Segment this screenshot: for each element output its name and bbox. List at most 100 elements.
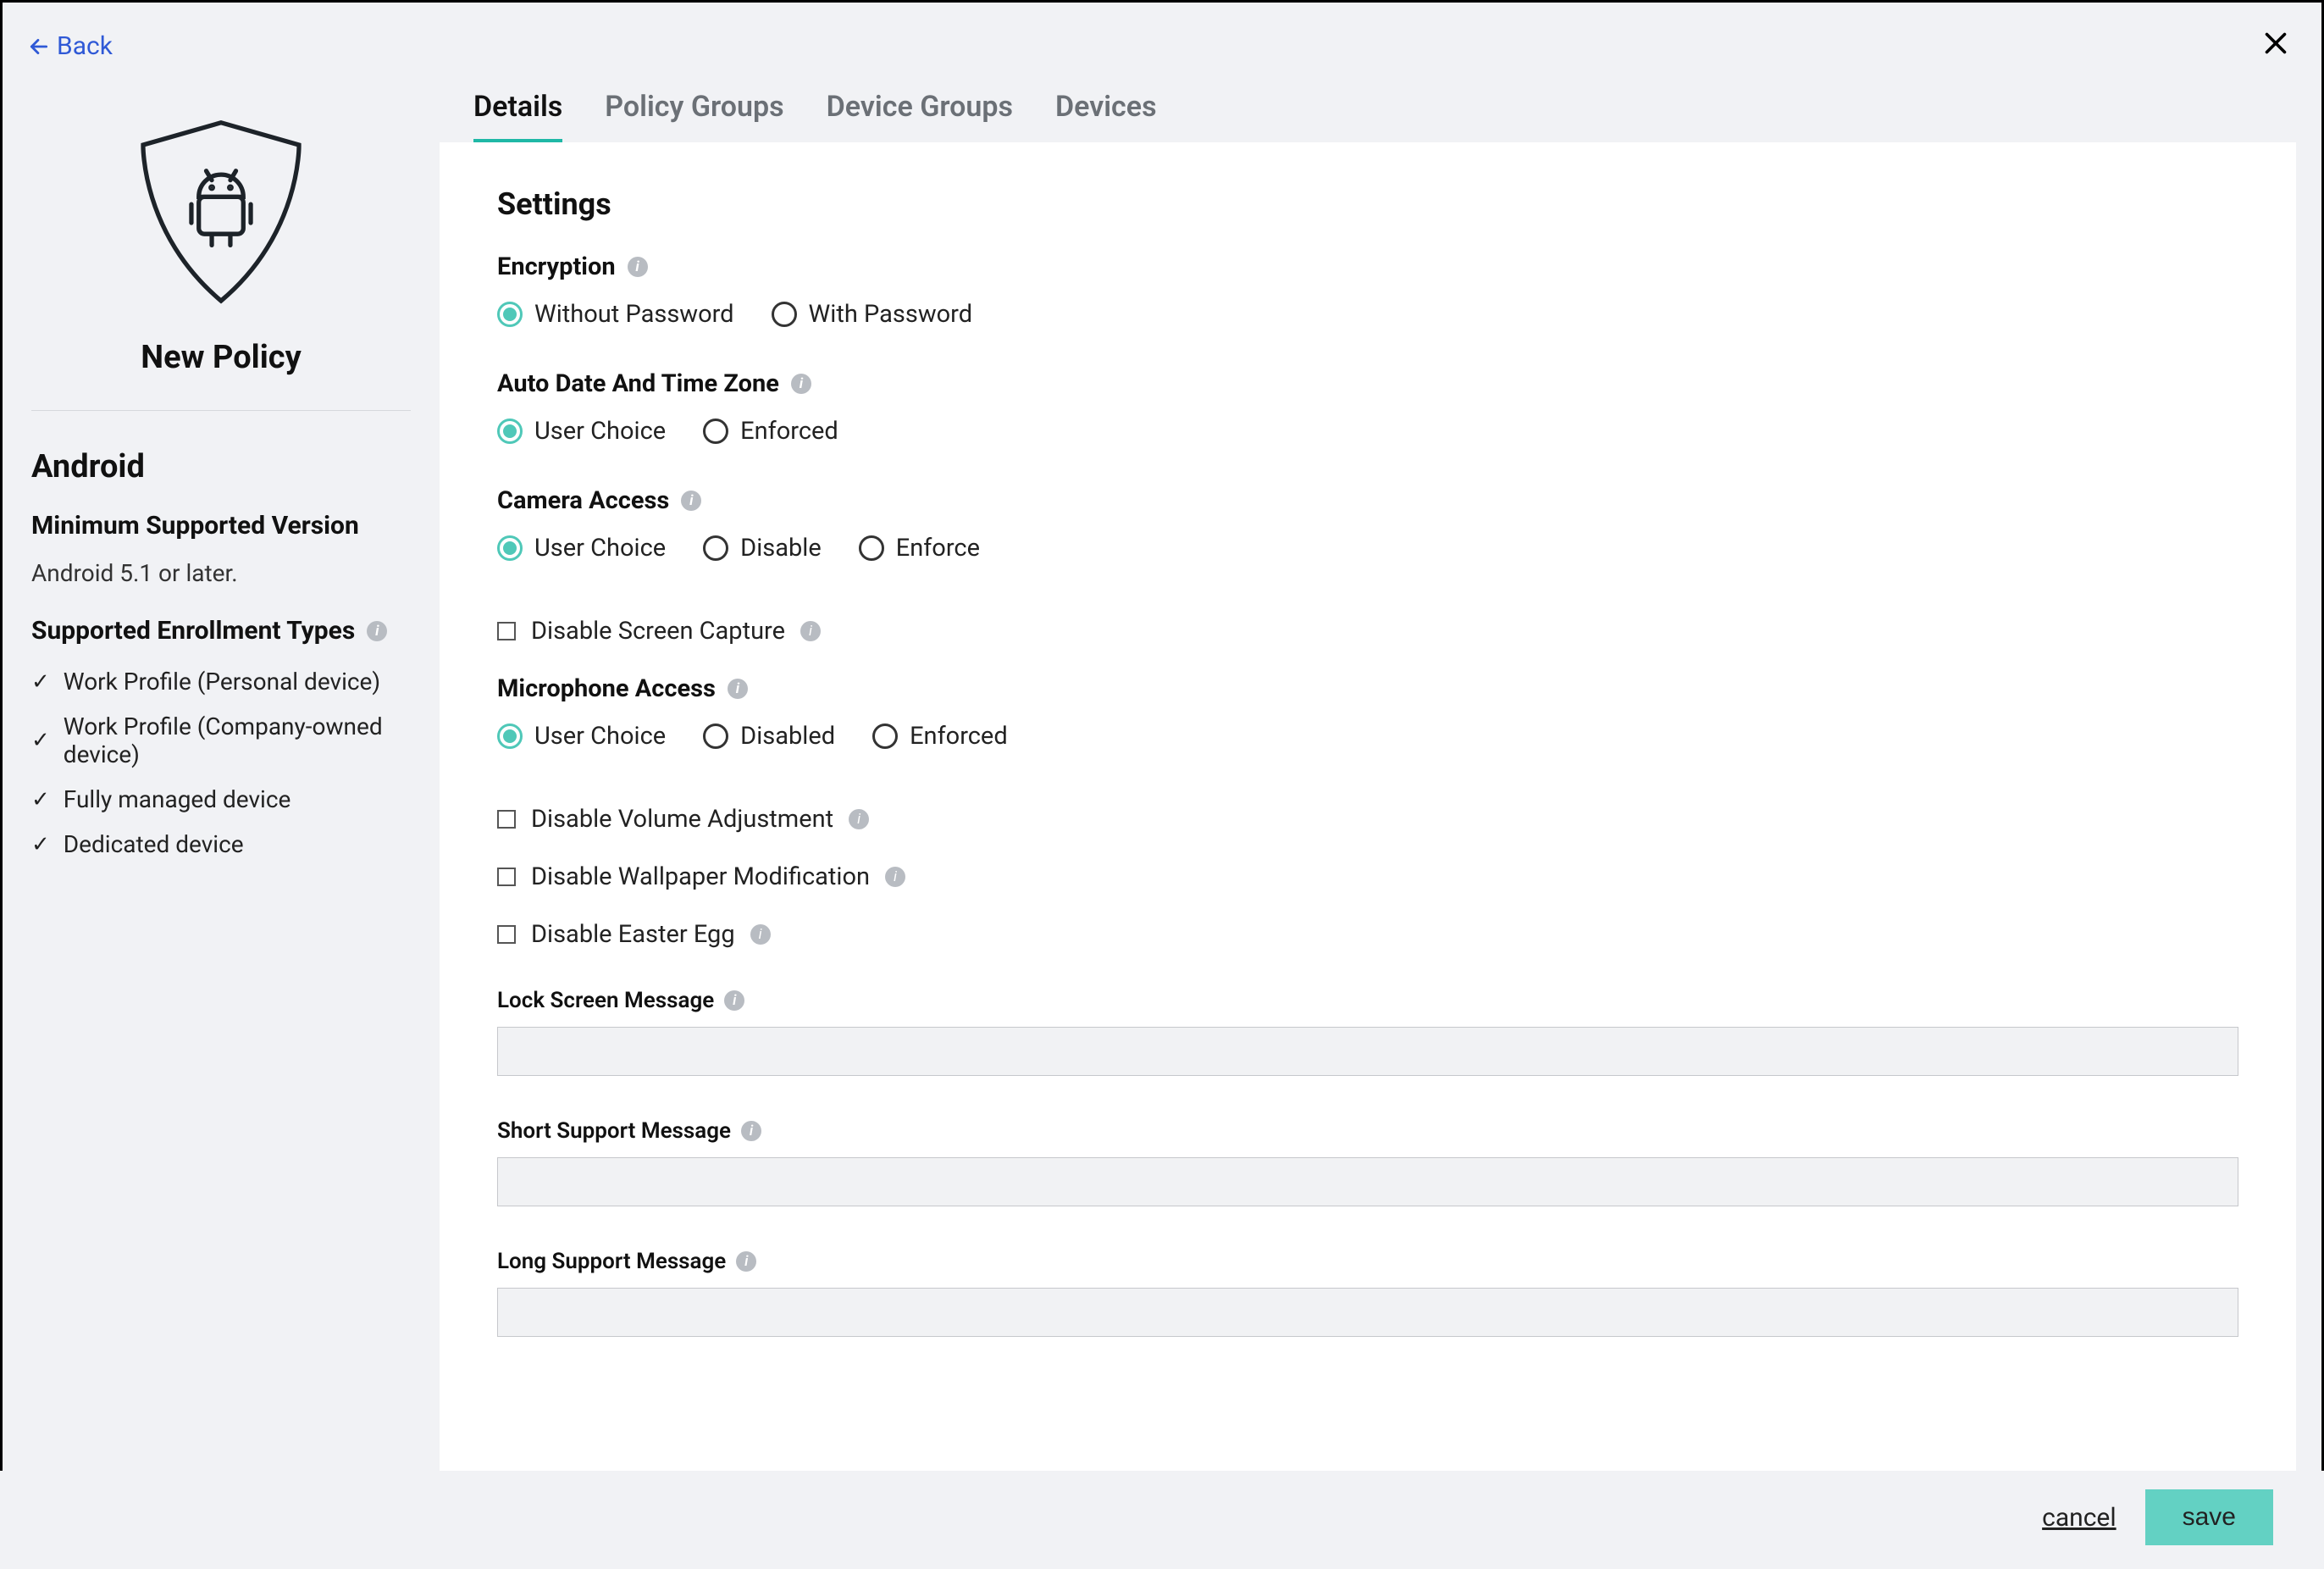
radio-circle [703,419,728,444]
sidebar: New Policy Android Minimum Supported Ver… [3,81,440,1476]
radio-circle [703,535,728,561]
radio-label: Without Password [534,300,734,329]
volume-checkbox[interactable]: Disable Volume Adjustment i [497,805,2238,834]
microphone-label: Microphone Access [497,674,716,703]
section-title: Settings [497,186,2238,222]
auto-tz-label: Auto Date And Time Zone [497,369,779,398]
close-icon [2260,28,2291,58]
enrollment-type-item: ✓ Work Profile (Personal device) [31,668,411,696]
cancel-button[interactable]: cancel [2042,1503,2116,1533]
footer: cancel save [0,1471,2324,1569]
easter-egg-checkbox[interactable]: Disable Easter Egg i [497,920,2238,949]
enrollment-type-label: Dedicated device [64,830,244,858]
checkbox-box [497,622,516,640]
tab-device-groups[interactable]: Device Groups [827,90,1013,142]
info-icon[interactable]: i [791,374,811,394]
enrollment-heading: Supported Enrollment Types [31,616,355,646]
info-icon[interactable]: i [800,621,821,641]
shield-android-icon [128,115,314,313]
check-icon: ✓ [31,787,50,812]
wallpaper-label: Disable Wallpaper Modification [531,862,870,891]
tab-details[interactable]: Details [473,90,562,142]
radio-circle [872,724,898,749]
encryption-label: Encryption [497,252,616,281]
enrollment-type-item: ✓ Work Profile (Company-owned device) [31,712,411,768]
check-icon: ✓ [31,832,50,857]
back-button[interactable]: Back [28,31,113,61]
radio-option[interactable]: Enforced [872,722,1008,751]
radio-label: User Choice [534,534,666,563]
short-msg-input[interactable] [497,1157,2238,1206]
radio-option[interactable]: Disable [703,534,822,563]
screen-capture-label: Disable Screen Capture [531,617,785,646]
radio-option[interactable]: With Password [772,300,973,329]
check-icon: ✓ [31,669,50,695]
screen-capture-checkbox[interactable]: Disable Screen Capture i [497,617,2238,646]
save-button[interactable]: save [2145,1489,2273,1545]
radio-circle [772,302,797,327]
radio-circle [859,535,884,561]
close-button[interactable] [2260,28,2291,64]
lock-msg-label: Lock Screen Message [497,988,714,1013]
short-msg-label: Short Support Message [497,1118,731,1144]
info-icon[interactable]: i [681,491,701,511]
info-icon[interactable]: i [750,924,771,945]
info-icon[interactable]: i [885,867,905,887]
radio-option[interactable]: User Choice [497,417,666,446]
checkbox-box [497,868,516,886]
radio-circle [497,419,523,444]
radio-circle [497,724,523,749]
radio-label: Enforce [896,534,980,563]
enrollment-type-label: Work Profile (Personal device) [64,668,380,696]
info-icon[interactable]: i [728,679,748,699]
back-label: Back [57,31,113,61]
enrollment-type-item: ✓ Dedicated device [31,830,411,858]
wallpaper-checkbox[interactable]: Disable Wallpaper Modification i [497,862,2238,891]
tab-devices[interactable]: Devices [1055,90,1157,142]
radio-option[interactable]: Without Password [497,300,734,329]
radio-option[interactable]: Enforced [703,417,838,446]
details-panel: Settings Encryption i Without PasswordWi… [440,142,2296,1476]
info-icon[interactable]: i [367,621,387,641]
arrow-left-icon [28,36,50,58]
radio-option[interactable]: Enforce [859,534,980,563]
policy-title: New Policy [31,339,411,376]
enrollment-type-label: Work Profile (Company-owned device) [64,712,411,768]
check-icon: ✓ [31,728,50,753]
radio-option[interactable]: User Choice [497,534,666,563]
info-icon[interactable]: i [849,809,869,829]
camera-radios: User Choice Disable Enforce [497,534,2238,563]
radio-option[interactable]: Disabled [703,722,835,751]
radio-option[interactable]: User Choice [497,722,666,751]
info-icon[interactable]: i [724,990,744,1011]
volume-label: Disable Volume Adjustment [531,805,833,834]
radio-label: Disable [740,534,822,563]
radio-circle [497,535,523,561]
checkbox-box [497,925,516,944]
lock-msg-input[interactable] [497,1027,2238,1076]
easter-egg-label: Disable Easter Egg [531,920,735,949]
long-msg-input[interactable] [497,1288,2238,1337]
radio-label: User Choice [534,417,666,446]
microphone-radios: User Choice Disabled Enforced [497,722,2238,751]
min-version-text: Android 5.1 or later. [31,559,411,587]
radio-label: Enforced [740,417,838,446]
camera-label: Camera Access [497,486,669,515]
radio-label: Enforced [910,722,1008,751]
radio-label: Disabled [740,722,835,751]
enrollment-type-label: Fully managed device [64,785,291,813]
encryption-radios: Without Password With Password [497,300,2238,329]
info-icon[interactable]: i [741,1121,761,1141]
radio-circle [703,724,728,749]
min-version-heading: Minimum Supported Version [31,511,411,541]
radio-circle [497,302,523,327]
tab-policy-groups[interactable]: Policy Groups [605,90,783,142]
radio-label: With Password [809,300,973,329]
platform-heading: Android [31,448,411,485]
radio-label: User Choice [534,722,666,751]
enrollment-type-item: ✓ Fully managed device [31,785,411,813]
tabs: Details Policy Groups Device Groups Devices [440,81,2296,142]
info-icon[interactable]: i [736,1251,756,1272]
info-icon[interactable]: i [628,257,648,277]
auto-tz-radios: User Choice Enforced [497,417,2238,446]
